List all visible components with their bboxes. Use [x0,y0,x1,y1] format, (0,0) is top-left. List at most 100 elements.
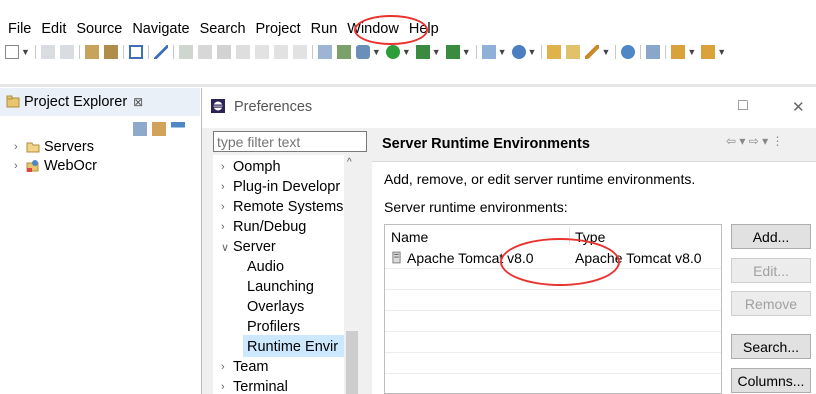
chevron-down-icon[interactable]: ∨ [221,241,233,254]
tree-item-run-debug[interactable]: › Run/Debug [221,217,306,237]
dialog-title: Preferences [234,99,313,115]
folder-icon [26,142,40,153]
table-gridline [385,310,721,311]
search-button[interactable]: Search... [731,334,811,359]
add-button[interactable]: Add... [731,224,811,249]
step-over-icon[interactable] [273,45,288,59]
server-icon[interactable] [415,45,430,59]
chevron-right-icon[interactable]: › [221,181,233,193]
tree-scrollbar[interactable]: ^ [344,155,360,394]
new-package-icon[interactable] [511,45,526,59]
chevron-down-icon[interactable]: ▼ [601,47,610,57]
chevron-right-icon[interactable]: › [221,381,233,393]
tree-item-team[interactable]: › Team [221,357,268,377]
chevron-right-icon[interactable]: › [14,160,26,172]
menu-navigate[interactable]: Navigate [132,21,189,37]
columns-button[interactable]: Columns... [731,368,811,393]
chevron-down-icon[interactable]: ▼ [528,47,537,57]
next-annotation-icon[interactable] [671,45,686,59]
column-header-name[interactable]: Name [391,229,428,245]
menu-source[interactable]: Source [76,21,122,37]
disconnect-icon[interactable] [235,45,250,59]
menu-project[interactable]: Project [256,21,301,37]
chevron-right-icon[interactable]: › [221,361,233,373]
pen-icon[interactable] [153,45,168,59]
menu-run[interactable]: Run [311,21,338,37]
close-icon[interactable]: ⊠ [133,95,143,109]
chevron-right-icon[interactable]: › [221,161,233,173]
chevron-down-icon[interactable]: ▼ [687,47,696,57]
chevron-right-icon[interactable]: › [221,221,233,233]
chevron-right-icon[interactable]: › [221,201,233,213]
tree-item-terminal[interactable]: › Terminal [221,377,288,394]
drop-to-frame-icon[interactable] [317,45,332,59]
table-gridline [385,373,721,374]
tree-item-servers[interactable]: › Servers [14,137,94,157]
open-folder-icon[interactable] [566,45,581,59]
debug-icon[interactable] [355,45,370,59]
chevron-right-icon[interactable]: › [14,141,26,153]
pencil-icon[interactable] [585,45,600,59]
tree-item-runtime-environments[interactable]: Runtime Envir [247,337,338,357]
tree-item-launching[interactable]: Launching [247,277,314,297]
open-resource-icon[interactable] [103,45,118,59]
save-all-icon[interactable] [59,45,74,59]
chevron-down-icon[interactable]: ▼ [372,47,381,57]
save-icon[interactable] [40,45,55,59]
link-with-editor-icon[interactable] [152,122,166,136]
suspend-icon[interactable] [197,45,212,59]
new-icon[interactable] [5,45,19,59]
tree-item-oomph[interactable]: › Oomph [221,157,281,177]
tree-item-profilers[interactable]: Profilers [247,317,300,337]
tree-item-overlays[interactable]: Overlays [247,297,304,317]
collapse-all-icon[interactable] [133,122,147,136]
run-icon[interactable] [385,45,400,59]
tree-item-webocr[interactable]: › WebOcr [14,156,97,176]
tree-item-label: Runtime Envir [247,339,339,355]
step-return-icon[interactable] [292,45,307,59]
use-step-filters-icon[interactable] [336,45,351,59]
tree-item-label: Remote Systems [233,199,344,215]
tree-item-plugin-development[interactable]: › Plug-in Developr [221,177,340,197]
new-server-icon[interactable] [445,45,460,59]
toolbar-separator [122,45,124,59]
open-type-icon[interactable] [84,45,99,59]
filter-icon[interactable] [171,122,185,136]
chevron-down-icon[interactable]: ▼ [498,47,507,57]
search-icon[interactable] [646,45,661,59]
edit-button[interactable]: Edit... [731,258,811,283]
page-header: Server Runtime Environments ⇦ ▾ ⇨ ▾ ⋮ [372,128,816,162]
previous-annotation-icon[interactable] [701,45,716,59]
preferences-tree: › Oomph › Plug-in Developr › Remote Systems… [213,155,359,394]
tree-item-label: Server [233,239,276,255]
filter-input[interactable] [213,131,367,152]
maximize-button[interactable]: □ [738,97,748,115]
chevron-down-icon[interactable]: ▼ [462,47,471,57]
scroll-up-icon[interactable]: ^ [347,157,352,168]
tree-item-audio[interactable]: Audio [247,257,284,277]
terminate-icon[interactable] [216,45,231,59]
web-browser-icon[interactable] [621,45,636,59]
scrollbar-thumb[interactable] [346,331,358,394]
menu-edit[interactable]: Edit [41,21,66,37]
remove-button[interactable]: Remove [731,291,811,316]
menu-search[interactable]: Search [200,21,246,37]
chevron-down-icon[interactable]: ▼ [21,47,30,57]
resume-icon[interactable] [178,45,193,59]
web-project-icon [26,160,39,172]
console-icon[interactable] [128,45,143,59]
new-java-project-icon[interactable] [481,45,496,59]
tree-item-remote-systems[interactable]: › Remote Systems [221,197,343,217]
page-navigation-icons[interactable]: ⇦ ▾ ⇨ ▾ ⋮ [726,134,784,148]
close-button[interactable]: ✕ [792,98,805,116]
chevron-down-icon[interactable]: ▼ [432,47,441,57]
tree-item-server[interactable]: ∨ Server [221,237,276,257]
top-strip [0,0,816,18]
dialog-title-bar[interactable]: Preferences □ ✕ [202,88,816,128]
project-explorer-tab[interactable]: Project Explorer ⊠ [0,88,200,116]
chevron-down-icon[interactable]: ▼ [717,47,726,57]
menu-file[interactable]: File [8,21,31,37]
new-class-icon[interactable] [547,45,562,59]
chevron-down-icon[interactable]: ▼ [402,47,411,57]
step-into-icon[interactable] [254,45,269,59]
